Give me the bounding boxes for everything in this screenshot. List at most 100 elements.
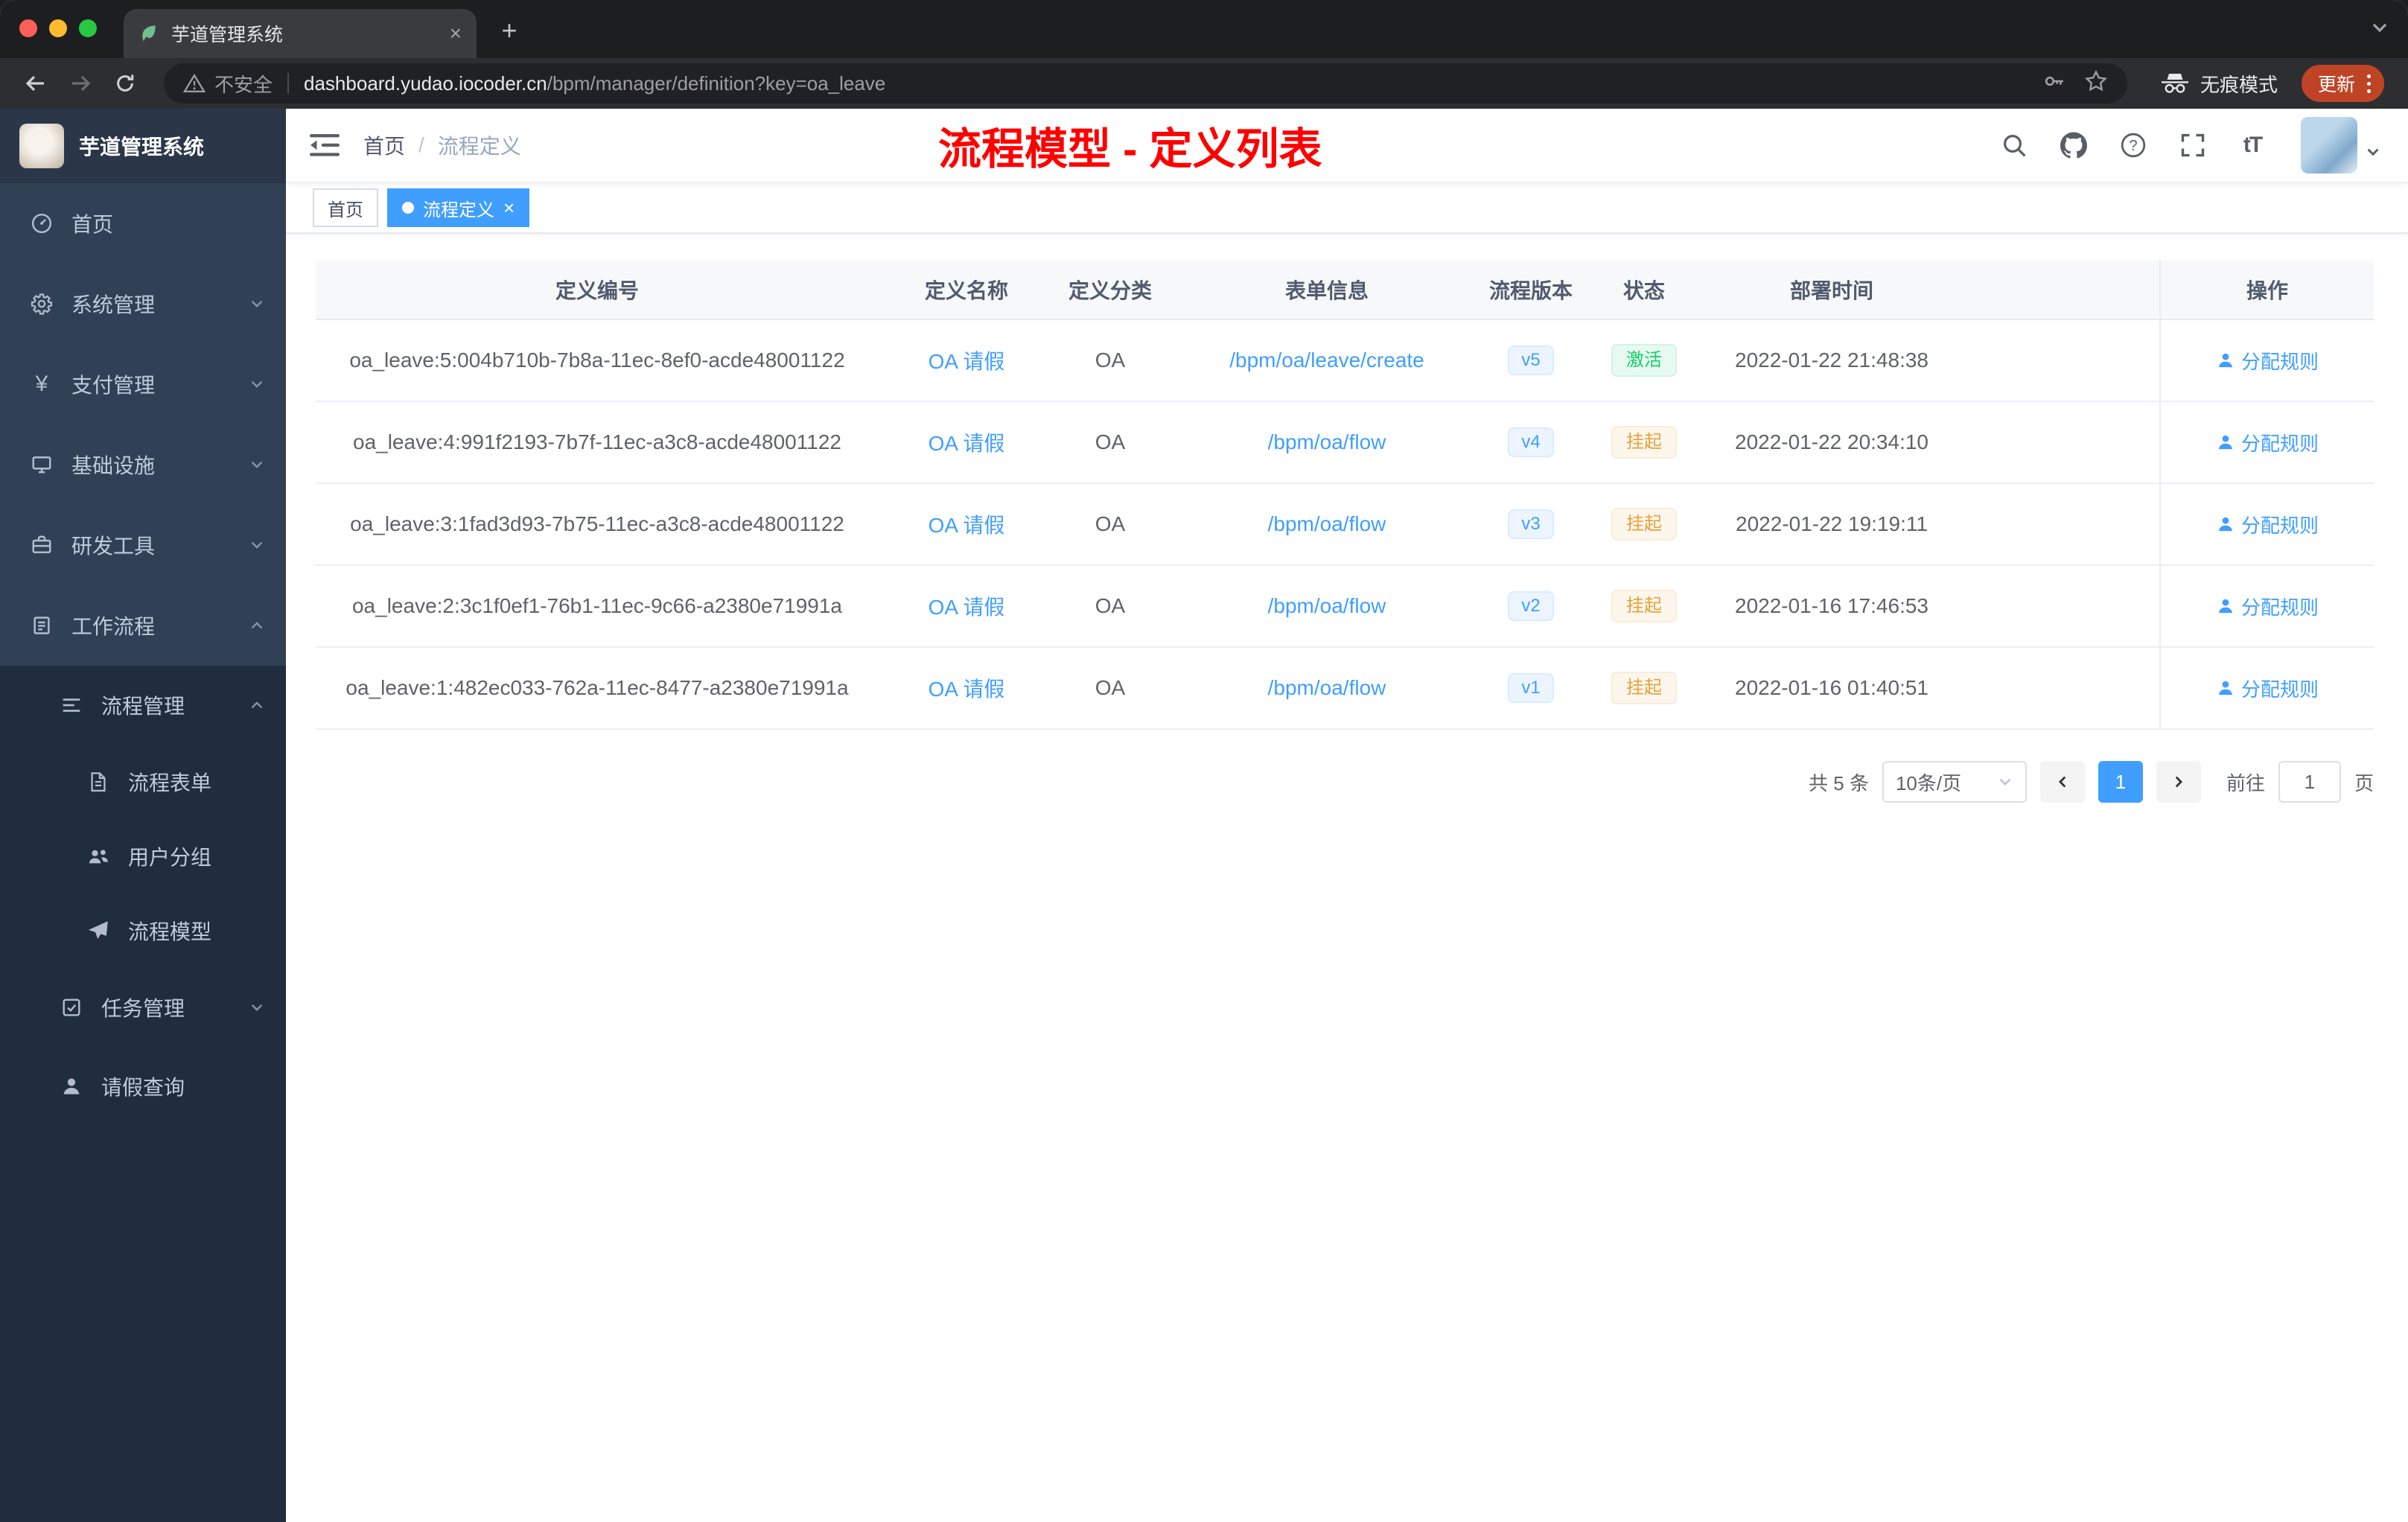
workflow-icon: [30, 614, 54, 637]
form-info-link[interactable]: /bpm/oa/flow: [1268, 594, 1386, 618]
maximize-window-button[interactable]: [79, 19, 97, 37]
security-label[interactable]: 不安全: [214, 70, 273, 98]
sidebar-item-devtools[interactable]: 研发工具: [0, 505, 286, 585]
search-icon[interactable]: [2000, 131, 2028, 159]
url-host: dashboard.yudao.iocoder.cn: [304, 71, 547, 95]
table-row: oa_leave:4:991f2193-7b7f-11ec-a3c8-acde4…: [316, 402, 2374, 484]
sidebar-item-label: 基础设施: [71, 454, 156, 477]
person-icon: [2216, 515, 2235, 534]
person-icon: [2216, 433, 2235, 452]
status-badge: 激活: [1611, 344, 1677, 377]
sidebar-item-workflow[interactable]: 工作流程: [0, 585, 286, 666]
favicon-leaf-icon: [138, 23, 159, 44]
definition-name-link[interactable]: OA 请假: [929, 673, 1005, 703]
definition-name-link[interactable]: OA 请假: [929, 427, 1005, 457]
github-icon[interactable]: [2060, 131, 2088, 159]
incognito-icon: [2161, 74, 2188, 93]
goto-label: 前往: [2226, 771, 2265, 795]
password-key-icon[interactable]: [2042, 69, 2066, 98]
breadcrumb-home[interactable]: 首页: [363, 130, 405, 160]
sidebar-item-process-model[interactable]: 流程模型: [0, 894, 286, 968]
definition-name-link[interactable]: OA 请假: [929, 591, 1005, 621]
app-logo[interactable]: 芋道管理系统: [0, 109, 286, 183]
definition-category: OA: [1095, 348, 1126, 372]
form-info-link[interactable]: /bpm/oa/flow: [1268, 676, 1386, 700]
bookmark-star-icon[interactable]: [2084, 69, 2108, 98]
tab-close-icon[interactable]: ×: [450, 23, 462, 44]
form-info-link[interactable]: /bpm/oa/leave/create: [1229, 348, 1424, 372]
assign-rule-link[interactable]: 分配规则: [2216, 429, 2319, 456]
sidebar-item-home[interactable]: 首页: [0, 183, 286, 264]
user-avatar: [2301, 117, 2357, 173]
browser-toolbar: 不安全 dashboard.yudao.iocoder.cn /bpm/mana…: [0, 58, 2408, 109]
collapse-sidebar-icon[interactable]: [310, 132, 340, 159]
update-button[interactable]: 更新: [2301, 65, 2384, 102]
form-info-link[interactable]: /bpm/oa/flow: [1268, 430, 1386, 454]
new-tab-button[interactable]: +: [491, 15, 527, 46]
tags-bar: 首页 流程定义 ×: [286, 183, 2408, 234]
user-menu[interactable]: [2301, 117, 2381, 173]
back-button[interactable]: [18, 66, 54, 101]
browser-tab[interactable]: 芋道管理系统 ×: [124, 9, 477, 58]
definition-category: OA: [1095, 594, 1126, 617]
tag-0[interactable]: 首页: [313, 188, 378, 227]
assign-rule-link[interactable]: 分配规则: [2216, 347, 2319, 375]
browser-menu-icon[interactable]: [2367, 74, 2371, 93]
close-window-button[interactable]: [19, 19, 37, 37]
column-header: 状态: [1622, 279, 1665, 302]
logo-title: 芋道管理系统: [79, 136, 205, 159]
sidebar-item-user-group[interactable]: 用户分组: [0, 819, 286, 894]
version-badge: v2: [1508, 591, 1554, 621]
assign-rule-link[interactable]: 分配规则: [2216, 593, 2319, 620]
process-manage-icon: [60, 693, 83, 717]
sidebar-item-label: 流程管理: [101, 695, 185, 718]
deploy-time: 2022-01-16 17:46:53: [1735, 594, 1928, 617]
page-number-1[interactable]: 1: [2098, 761, 2143, 803]
sidebar-item-infrastructure[interactable]: 基础设施: [0, 424, 286, 505]
minimize-window-button[interactable]: [49, 19, 67, 37]
definition-category: OA: [1095, 676, 1126, 699]
content: 定义编号 定义名称 定义分类 表单信息 流程版本 状态 部署时间 操作 oa_leave:5:…: [286, 234, 2408, 1522]
tab-search-chevron-icon[interactable]: [2369, 16, 2390, 44]
page-size-select[interactable]: 10条/页: [1882, 761, 2027, 803]
definition-name-link[interactable]: OA 请假: [929, 509, 1005, 539]
browser-chrome: 芋道管理系统 × + 不安全 dashboard.yudao.iocoder.c…: [0, 0, 2408, 109]
sidebar-item-task-manage[interactable]: 任务管理: [0, 968, 286, 1047]
sidebar-item-label: 首页: [71, 213, 114, 236]
sidebar-item-leave-query[interactable]: 请假查询: [0, 1047, 286, 1126]
version-badge: v5: [1508, 346, 1554, 375]
pagination: 共 5 条 10条/页 1 前往 1 页: [316, 761, 2374, 803]
sidebar-item-label: 支付管理: [71, 374, 156, 397]
sidebar-item-process-manage[interactable]: 流程管理: [0, 666, 286, 745]
chevron-down-icon: [249, 376, 265, 392]
fullscreen-icon[interactable]: [2179, 131, 2207, 159]
tag-close-icon[interactable]: ×: [503, 198, 515, 217]
user-icon: [60, 1074, 83, 1098]
forward-button[interactable]: [63, 66, 98, 101]
url-bar[interactable]: 不安全 dashboard.yudao.iocoder.cn /bpm/mana…: [164, 63, 2127, 104]
assign-rule-link[interactable]: 分配规则: [2216, 675, 2319, 702]
goto-page-input[interactable]: [2278, 761, 2341, 803]
definition-id: oa_leave:5:004b710b-7b8a-11ec-8ef0-acde4…: [349, 348, 845, 372]
sidebar-item-process-form[interactable]: 流程表单: [0, 745, 286, 819]
page-header: 首页 / 流程定义 流程模型 - 定义列表 ? tT: [286, 109, 2408, 183]
person-icon: [2216, 596, 2235, 616]
table-row: oa_leave:2:3c1f0ef1-76b1-11ec-9c66-a2380…: [316, 566, 2374, 648]
sidebar-item-system[interactable]: 系统管理: [0, 264, 286, 344]
reload-button[interactable]: [107, 66, 143, 101]
chevron-down-icon: [249, 296, 265, 312]
tag-1[interactable]: 流程定义 ×: [387, 188, 530, 227]
column-header: 部署时间: [1789, 279, 1873, 302]
column-header: 定义名称: [924, 279, 1008, 302]
window-controls: [19, 19, 97, 37]
url-path: /bpm/manager/definition?key=oa_leave: [547, 71, 886, 95]
font-size-icon[interactable]: tT: [2238, 131, 2267, 159]
help-icon[interactable]: ?: [2119, 131, 2147, 159]
definition-name-link[interactable]: OA 请假: [929, 346, 1005, 375]
prev-page-button[interactable]: [2039, 761, 2085, 803]
form-info-link[interactable]: /bpm/oa/flow: [1268, 512, 1386, 536]
next-page-button[interactable]: [2156, 761, 2201, 803]
screen: 芋道管理系统 × + 不安全 dashboard.yudao.iocoder.c…: [0, 0, 2408, 1522]
sidebar-item-payment[interactable]: ¥ 支付管理: [0, 344, 286, 424]
assign-rule-link[interactable]: 分配规则: [2216, 511, 2319, 538]
